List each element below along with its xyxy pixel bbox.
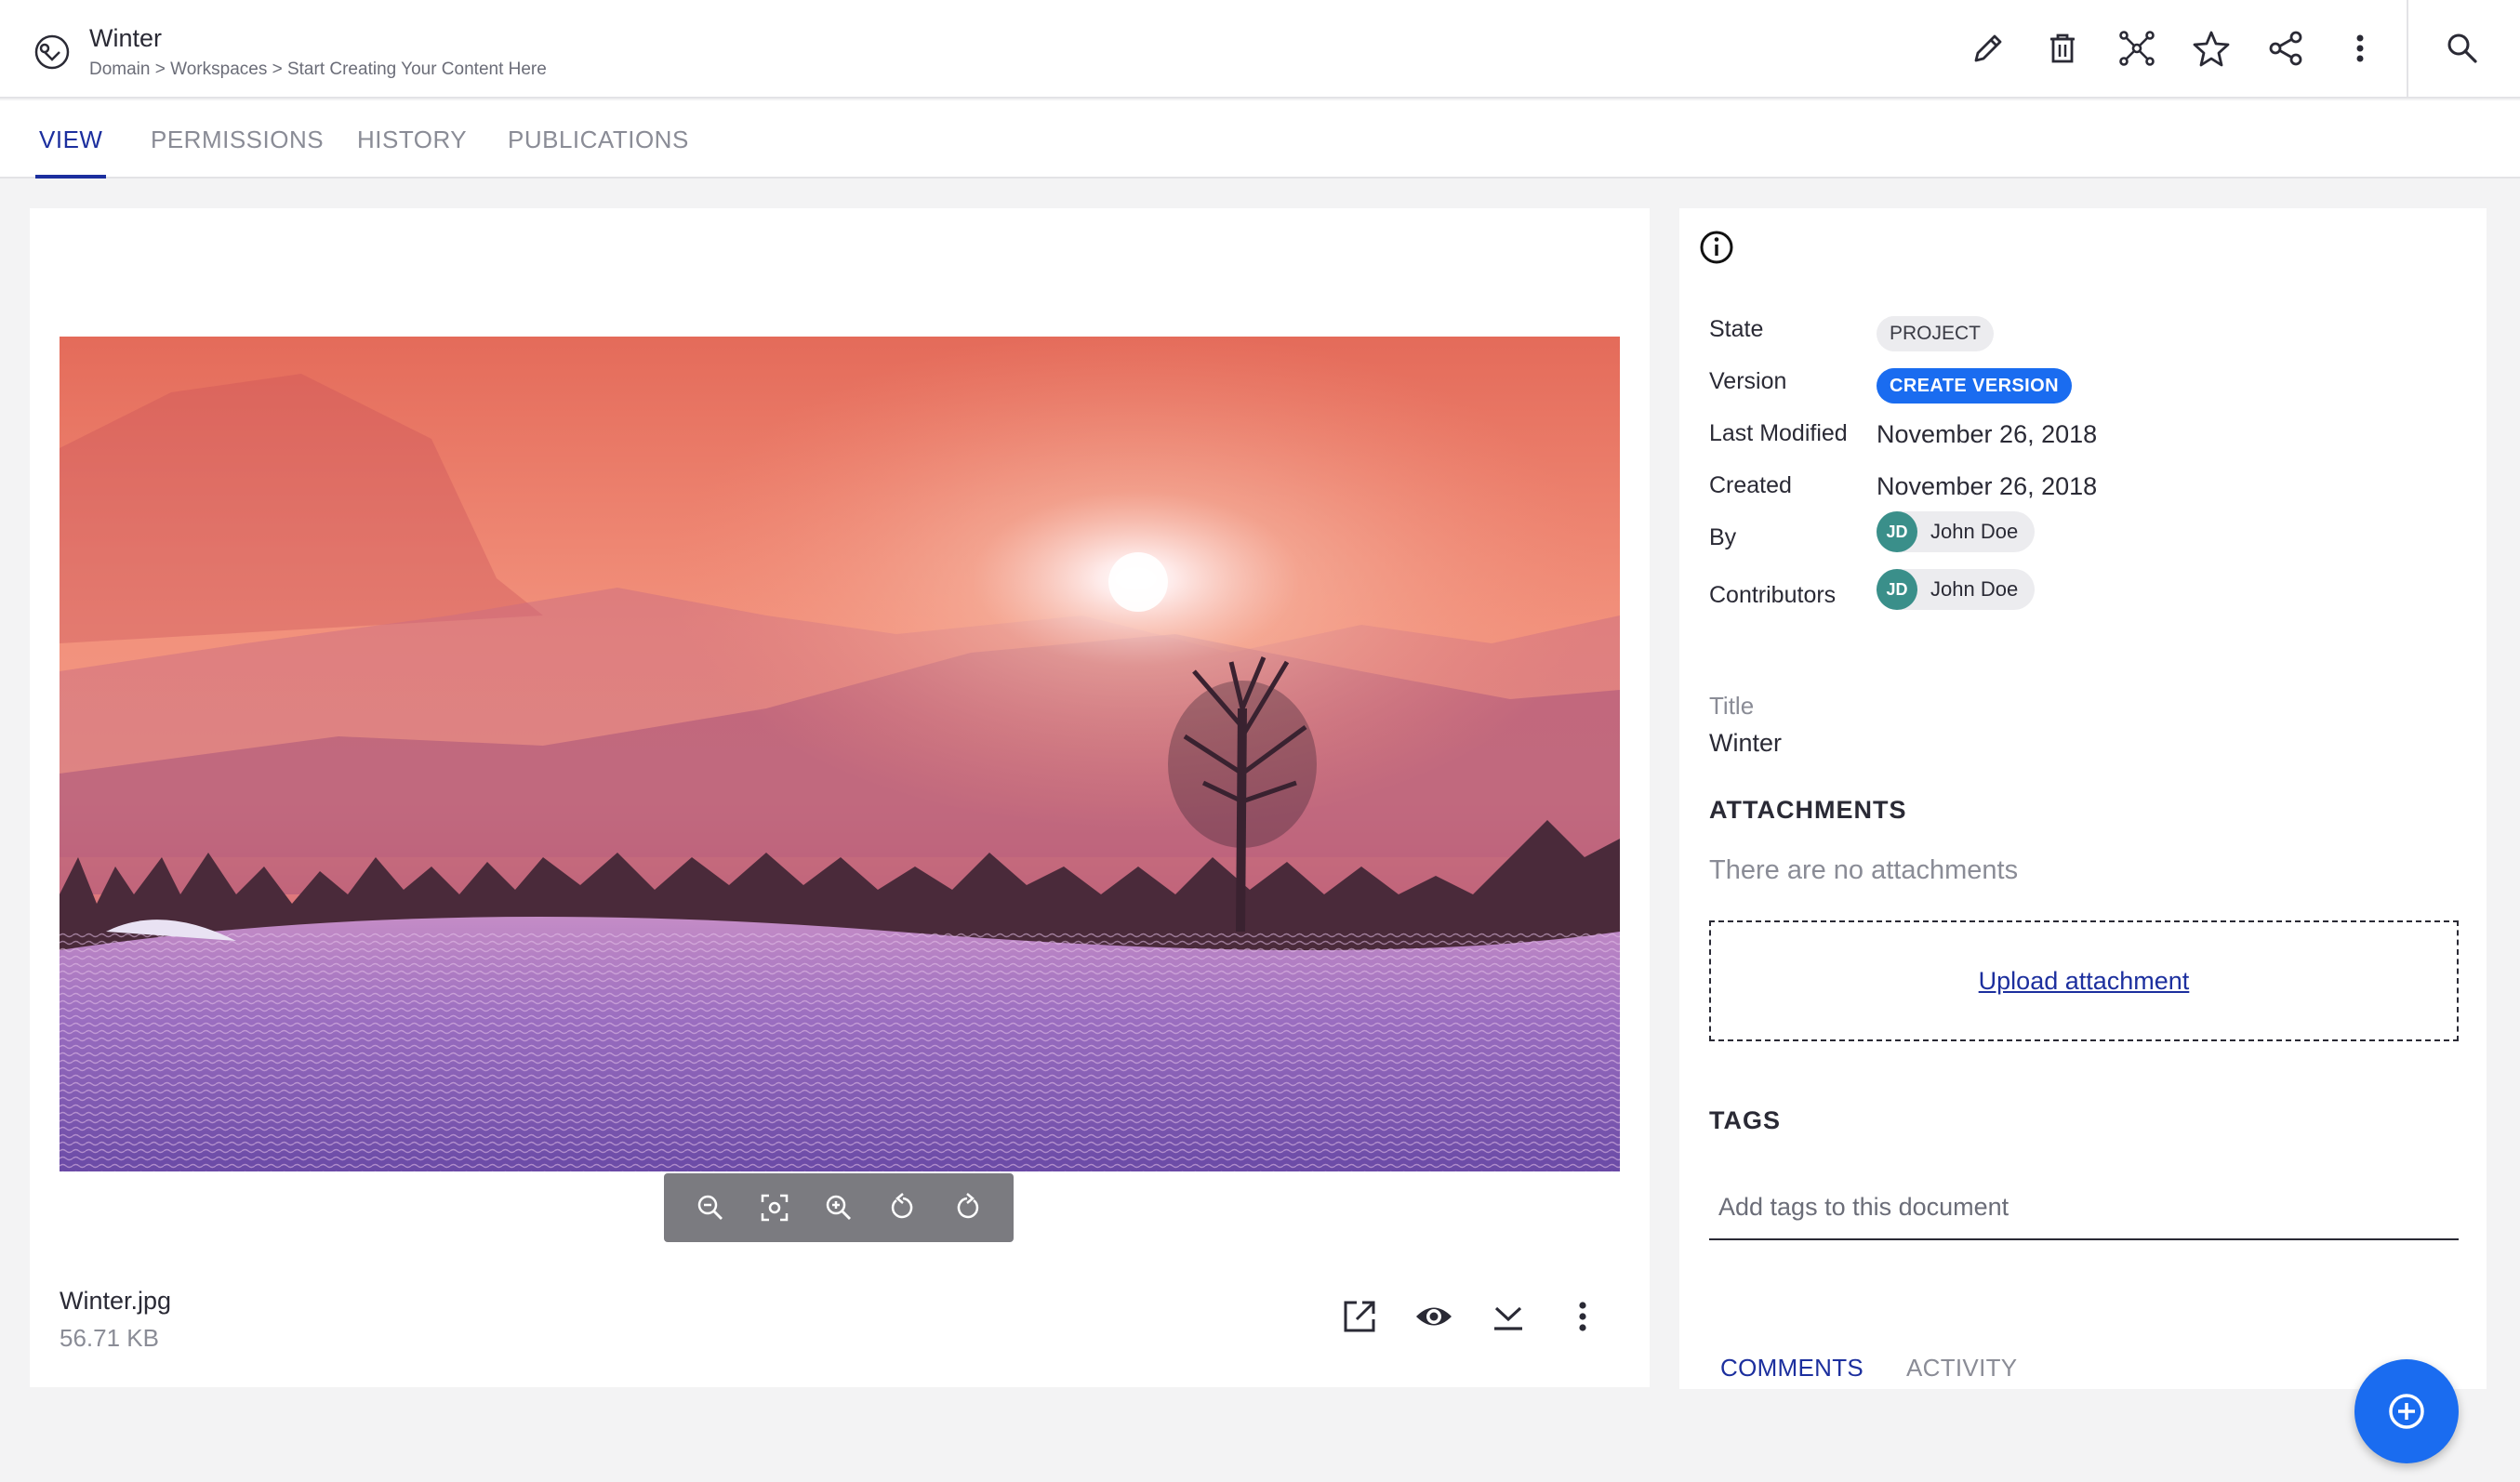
rotate-left-icon	[891, 1193, 913, 1219]
eye-icon	[1416, 1307, 1452, 1326]
avatar: JD	[1877, 569, 1917, 610]
image-zoom-toolbar	[664, 1173, 1014, 1242]
title-field-label: Title	[1709, 692, 1755, 720]
add-button[interactable]	[2354, 1359, 2459, 1463]
rotate-left-button[interactable]	[884, 1189, 922, 1226]
document-viewer: Winter.jpg 56.71 KB	[30, 208, 1650, 1387]
header-divider	[2407, 0, 2408, 99]
download-button[interactable]	[1486, 1294, 1531, 1339]
tab-view[interactable]: VIEW	[34, 100, 107, 179]
tags-heading: TAGS	[1709, 1106, 1781, 1134]
document-tabs: VIEW PERMISSIONS HISTORY PUBLICATIONS	[0, 100, 2520, 179]
favorite-button[interactable]	[2187, 24, 2235, 73]
preview-button[interactable]	[1412, 1294, 1456, 1339]
fit-screen-button[interactable]	[756, 1189, 793, 1226]
more-actions-button[interactable]	[2336, 24, 2384, 73]
trash-icon	[2050, 33, 2075, 63]
create-version-button[interactable]: CREATE VERSION	[1877, 368, 2072, 404]
breadcrumb-separator: >	[267, 60, 287, 79]
upload-dropzone[interactable]: Upload attachment	[1709, 920, 2459, 1041]
last-modified-label: Last Modified	[1709, 420, 1848, 446]
author-chip[interactable]: JD John Doe	[1877, 511, 2036, 552]
breadcrumb-separator: >	[150, 60, 171, 79]
search-icon	[2447, 33, 2477, 63]
attachments-heading: ATTACHMENTS	[1709, 796, 1907, 824]
tab-comments[interactable]: COMMENTS	[1720, 1354, 1863, 1383]
tab-activity[interactable]: ACTIVITY	[1906, 1354, 2017, 1383]
fit-screen-icon	[761, 1194, 789, 1222]
zoom-out-icon	[698, 1195, 723, 1220]
tab-history[interactable]: HISTORY	[357, 100, 467, 179]
open-external-icon	[1344, 1301, 1375, 1332]
star-icon	[2193, 31, 2230, 67]
network-button[interactable]	[2113, 24, 2161, 73]
tab-permissions[interactable]: PERMISSIONS	[151, 100, 324, 179]
file-more-button[interactable]	[1560, 1294, 1605, 1339]
tab-publications[interactable]: PUBLICATIONS	[508, 100, 689, 179]
state-badge: PROJECT	[1877, 316, 1995, 351]
contributor-chip[interactable]: JD John Doe	[1877, 569, 2036, 610]
breadcrumb-item-workspaces[interactable]: Workspaces	[170, 60, 267, 79]
created-value: November 26, 2018	[1877, 472, 2098, 500]
no-attachments-text: There are no attachments	[1709, 855, 2019, 885]
share-icon	[2269, 31, 2302, 66]
contributors-label: Contributors	[1709, 582, 1837, 608]
document-title: Winter	[89, 24, 163, 52]
share-button[interactable]	[2261, 24, 2310, 73]
created-label: Created	[1709, 472, 1792, 498]
document-header: Winter Domain > Workspaces > Start Creat…	[0, 0, 2520, 99]
version-label: Version	[1709, 368, 1787, 394]
by-label: By	[1709, 524, 1737, 550]
rotate-right-icon	[957, 1193, 978, 1219]
file-size: 56.71 KB	[60, 1324, 159, 1352]
avatar: JD	[1877, 511, 1917, 552]
contributor-name: John Doe	[1930, 577, 2019, 601]
edit-icon	[1974, 34, 2002, 62]
upload-attachment-link[interactable]: Upload attachment	[1979, 967, 2190, 996]
rotate-right-button[interactable]	[948, 1189, 986, 1226]
title-field-value: Winter	[1709, 729, 1783, 757]
breadcrumb: Domain > Workspaces > Start Creating You…	[89, 58, 547, 82]
more-vert-icon	[1579, 1302, 1586, 1331]
tags-input[interactable]	[1709, 1175, 2459, 1240]
download-icon	[1494, 1306, 1522, 1330]
more-vert-icon	[2356, 34, 2364, 62]
author-name: John Doe	[1930, 520, 2019, 543]
breadcrumb-item-current[interactable]: Start Creating Your Content Here	[287, 60, 547, 79]
open-external-button[interactable]	[1337, 1294, 1382, 1339]
zoom-out-button[interactable]	[692, 1189, 729, 1226]
network-icon	[2119, 31, 2155, 66]
winter-sunset-image	[60, 337, 1620, 1171]
file-name: Winter.jpg	[60, 1287, 172, 1315]
info-icon	[1700, 231, 1733, 264]
zoom-in-button[interactable]	[820, 1189, 857, 1226]
state-label: State	[1709, 316, 1764, 342]
edit-button[interactable]	[1964, 24, 2012, 73]
image-preview[interactable]	[60, 337, 1620, 1171]
delete-button[interactable]	[2038, 24, 2087, 73]
zoom-in-icon	[826, 1195, 851, 1220]
title-block: Winter Domain > Workspaces > Start Creat…	[89, 22, 547, 82]
last-modified-value: November 26, 2018	[1877, 420, 2098, 448]
document-info-panel: State PROJECT Version CREATE VERSION Las…	[1679, 208, 2487, 1389]
breadcrumb-item-domain[interactable]: Domain	[89, 60, 150, 79]
search-button[interactable]	[2438, 24, 2487, 73]
add-circle-icon	[2389, 1394, 2424, 1429]
document-type-icon	[34, 34, 70, 70]
